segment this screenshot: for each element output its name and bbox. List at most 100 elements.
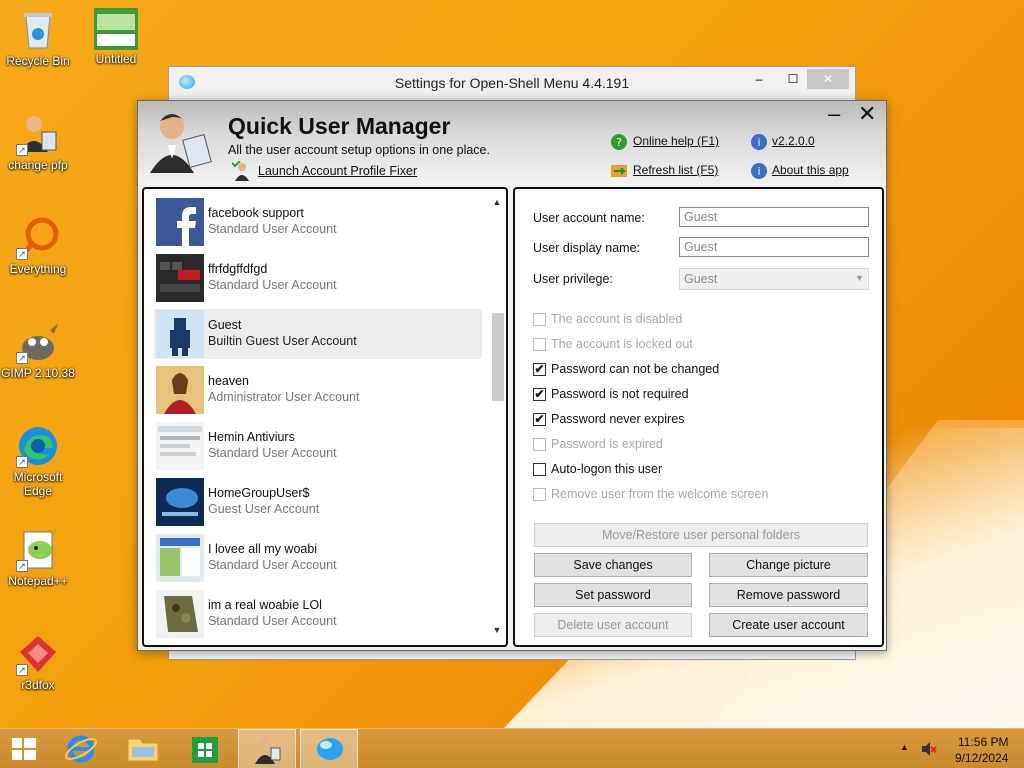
- shortcut-arrow-icon: ↗: [16, 144, 28, 156]
- list-item[interactable]: facebook support Standard User Account: [154, 197, 482, 247]
- privilege-label: User privilege:: [533, 272, 613, 286]
- checkbox-box: [533, 338, 546, 351]
- tray-overflow-icon[interactable]: ▲: [900, 742, 909, 752]
- bg-window-titlebar[interactable]: Settings for Open-Shell Menu 4.4.191 – ☐…: [169, 67, 855, 99]
- privilege-select[interactable]: Guest ▼: [679, 268, 869, 290]
- remove-password-button[interactable]: Remove password: [709, 583, 868, 607]
- save-changes-button[interactable]: Save changes: [534, 553, 692, 577]
- taskbar-open-shell-settings[interactable]: [300, 729, 358, 768]
- list-item[interactable]: HomeGroupUser$ Guest User Account: [154, 477, 482, 527]
- list-item[interactable]: I lovee all my woabi Standard User Accou…: [154, 533, 482, 583]
- facebook-avatar: [156, 198, 204, 246]
- list-item[interactable]: im a real woabie LOl Standard User Accou…: [154, 589, 482, 639]
- user-type: Standard User Account: [208, 614, 337, 628]
- bg-maximize-button[interactable]: ☐: [781, 69, 805, 89]
- desktop-icon-untitled[interactable]: Untitled: [78, 6, 154, 66]
- list-item[interactable]: Hemin Antiviurs Standard User Account: [154, 421, 482, 471]
- list-item[interactable]: heaven Administrator User Account: [154, 365, 482, 415]
- user-name: Guest: [208, 318, 242, 332]
- scroll-down-icon[interactable]: ▼: [490, 625, 504, 635]
- user-name: HomeGroupUser$: [208, 486, 310, 500]
- user-type: Standard User Account: [208, 222, 337, 236]
- taskbar-internet-explorer[interactable]: [52, 729, 110, 768]
- list-item[interactable]: Guest Builtin Guest User Account: [154, 309, 482, 359]
- start-button[interactable]: [0, 729, 48, 768]
- internet-explorer-icon: [64, 735, 98, 763]
- shortcut-arrow-icon: ↗: [16, 560, 28, 572]
- quick-user-manager-window[interactable]: Quick User Manager All the user account …: [137, 100, 887, 651]
- scrollbar-thumb[interactable]: [492, 313, 504, 401]
- account-name-label: User account name:: [533, 211, 645, 225]
- desktop-icon-gimp[interactable]: ↗ GIMP 2.10.38: [0, 320, 76, 380]
- taskbar-store[interactable]: [176, 729, 234, 768]
- checkbox-label: Password can not be changed: [551, 362, 720, 376]
- gimp-icon: ↗: [16, 320, 60, 364]
- user-list[interactable]: facebook support Standard User Account f…: [142, 187, 508, 647]
- change-picture-button[interactable]: Change picture: [709, 553, 868, 577]
- refresh-list-link[interactable]: Refresh list (F5): [633, 163, 718, 177]
- refresh-icon: [610, 162, 628, 180]
- desktop-icon-notepad-plus-plus[interactable]: ↗ Notepad++: [0, 528, 76, 588]
- display-name-input[interactable]: [679, 237, 869, 257]
- desktop-icon-recycle-bin[interactable]: Recycle Bin: [0, 8, 76, 68]
- user-name: ffrfdgffdfgd: [208, 262, 268, 276]
- volume-muted-icon[interactable]: [920, 741, 938, 760]
- user-type: Standard User Account: [208, 278, 337, 292]
- image-file-icon: [93, 6, 139, 50]
- launch-profile-fixer-link[interactable]: Launch Account Profile Fixer: [258, 164, 417, 178]
- user-name: im a real woabie LOl: [208, 598, 322, 612]
- svg-text:?: ?: [616, 136, 622, 149]
- desktop-icon-change-pfp[interactable]: ↗ change pfp: [0, 112, 76, 172]
- info-icon: i: [750, 133, 768, 151]
- create-user-button[interactable]: Create user account: [709, 613, 868, 637]
- desktop-icon-everything[interactable]: ↗ Everything: [0, 216, 76, 276]
- notepad-plus-plus-icon: ↗: [16, 528, 60, 572]
- about-info-icon: i: [750, 162, 768, 180]
- svg-text:i: i: [757, 136, 760, 149]
- checkbox-box: [533, 463, 546, 476]
- open-shell-icon: [317, 738, 343, 760]
- user-type: Standard User Account: [208, 558, 337, 572]
- display-name-label: User display name:: [533, 241, 640, 255]
- user-manager-icon: [255, 736, 281, 764]
- user-name: facebook support: [208, 206, 304, 220]
- app-title: Quick User Manager: [228, 113, 451, 139]
- user-list-scrollbar[interactable]: ▲ ▼: [490, 193, 504, 643]
- desktop-icon-microsoft-edge[interactable]: ↗ Microsoft Edge: [0, 424, 76, 498]
- woabi-avatar: [156, 534, 204, 582]
- app-close-button[interactable]: ✕: [858, 103, 876, 125]
- clock-date[interactable]: 9/12/2024: [955, 751, 1008, 765]
- homegroup-avatar: [156, 478, 204, 526]
- user-name: I lovee all my woabi: [208, 542, 318, 556]
- windows-logo-icon: [12, 738, 36, 760]
- scroll-up-icon[interactable]: ▲: [490, 197, 504, 207]
- desktop-icon-r3dfox[interactable]: ↗ r3dfox: [0, 632, 76, 692]
- r3dfox-icon: ↗: [16, 632, 60, 676]
- checkbox-label: The account is disabled: [551, 312, 683, 326]
- taskbar-quick-user-manager[interactable]: [238, 729, 296, 768]
- clock-time[interactable]: 11:56 PM: [958, 735, 1008, 749]
- online-help-link[interactable]: Online help (F1): [633, 134, 719, 148]
- everything-search-icon: ↗: [16, 216, 60, 260]
- bg-close-button[interactable]: ✕: [807, 69, 849, 89]
- about-app-link[interactable]: About this app: [772, 163, 849, 177]
- user-name: heaven: [208, 374, 250, 388]
- heaven-avatar: [156, 366, 204, 414]
- checkbox-label: Password is not required: [551, 387, 689, 401]
- move-restore-folders-button[interactable]: Move/Restore user personal folders: [534, 523, 868, 547]
- list-item[interactable]: ffrfdgffdfgd Standard User Account: [154, 253, 482, 303]
- check-mark-icon: ✔: [533, 387, 546, 401]
- account-name-input[interactable]: [679, 207, 869, 227]
- version-link[interactable]: v2.2.0.0: [772, 134, 815, 148]
- user-manager-logo-icon: [146, 109, 212, 175]
- delete-user-button[interactable]: Delete user account: [534, 613, 692, 637]
- store-icon: [192, 737, 218, 763]
- taskbar-file-explorer[interactable]: [114, 729, 172, 768]
- bg-minimize-button[interactable]: –: [747, 69, 771, 89]
- user-type: Standard User Account: [208, 446, 337, 460]
- app-minimize-button[interactable]: –: [828, 103, 840, 125]
- set-password-button[interactable]: Set password: [534, 583, 692, 607]
- checkbox-label: Remove user from the welcome screen: [551, 487, 769, 501]
- checkbox-label: Password never expires: [551, 412, 685, 426]
- shortcut-arrow-icon: ↗: [16, 456, 28, 468]
